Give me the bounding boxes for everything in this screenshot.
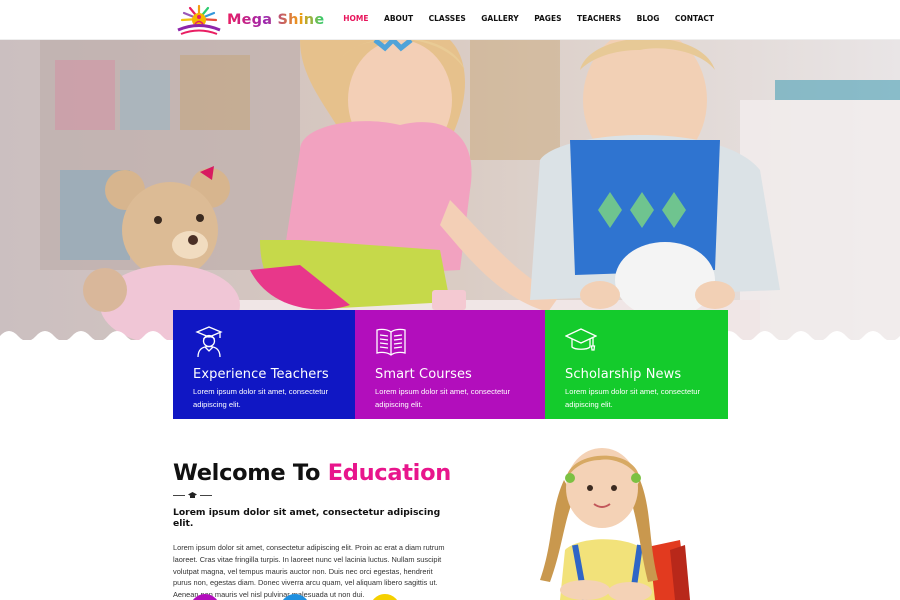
nav-item-contact[interactable]: CONTACT [675,14,714,23]
site-header: Mega Shine HOME ABOUT CLASSES GALLERY PA… [0,0,900,40]
feature-text: Lorem ipsum dolor sit amet, consectetur … [565,387,701,409]
feature-experience-teachers[interactable]: Experience Teachers Lorem ipsum dolor si… [173,310,355,419]
graduation-cap-icon [565,328,597,351]
welcome-title: Welcome To Education [173,460,463,486]
nav-item-pages[interactable]: PAGES [534,14,561,23]
logo[interactable]: Mega Shine [175,3,324,37]
divider-line [200,494,212,496]
feature-title: Experience Teachers [193,367,329,382]
feature-title: Smart Courses [375,367,472,382]
mini-cap-icon [188,491,197,498]
welcome-title-part1: Welcome To [173,460,328,486]
sun-logo-icon [177,4,221,35]
feature-boxes: Experience Teachers Lorem ipsum dolor si… [173,310,728,419]
teacher-icon [195,326,223,358]
nav-item-teachers[interactable]: TEACHERS [577,14,621,23]
girl-with-backpack-image [540,448,690,600]
feature-scholarship-news[interactable]: Scholarship News Lorem ipsum dolor sit a… [545,310,728,419]
divider-line [173,494,185,496]
circle-blue [280,594,310,600]
feature-smart-courses[interactable]: Smart Courses Lorem ipsum dolor sit amet… [355,310,545,419]
book-icon [376,328,406,356]
brand-name: Mega Shine [227,12,324,28]
welcome-body: Lorem ipsum dolor sit amet, consectetur … [173,543,445,600]
nav-item-gallery[interactable]: GALLERY [481,14,518,23]
brand-name-text: Mega Shine [227,12,325,28]
circle-purple [190,594,220,600]
feature-title: Scholarship News [565,367,682,382]
circle-yellow [370,594,400,600]
main-nav: HOME ABOUT CLASSES GALLERY PAGES TEACHER… [328,14,714,23]
nav-item-home[interactable]: HOME [343,14,368,23]
welcome-title-highlight: Education [327,460,452,486]
nav-item-blog[interactable]: BLOG [637,14,660,23]
feature-text: Lorem ipsum dolor sit amet, consectetur … [193,387,329,409]
page: Mega Shine HOME ABOUT CLASSES GALLERY PA… [0,0,900,600]
bottom-circles [190,594,400,600]
nav-item-about[interactable]: ABOUT [384,14,413,23]
title-divider [173,491,463,499]
welcome-subtitle: Lorem ipsum dolor sit amet, consectetur … [173,507,441,529]
welcome-section: Welcome To Education Lorem ipsum dolor s… [173,460,463,600]
feature-text: Lorem ipsum dolor sit amet, consectetur … [375,387,511,409]
hero-banner [0,40,900,340]
nav-item-classes[interactable]: CLASSES [429,14,466,23]
hero-image [0,40,900,340]
